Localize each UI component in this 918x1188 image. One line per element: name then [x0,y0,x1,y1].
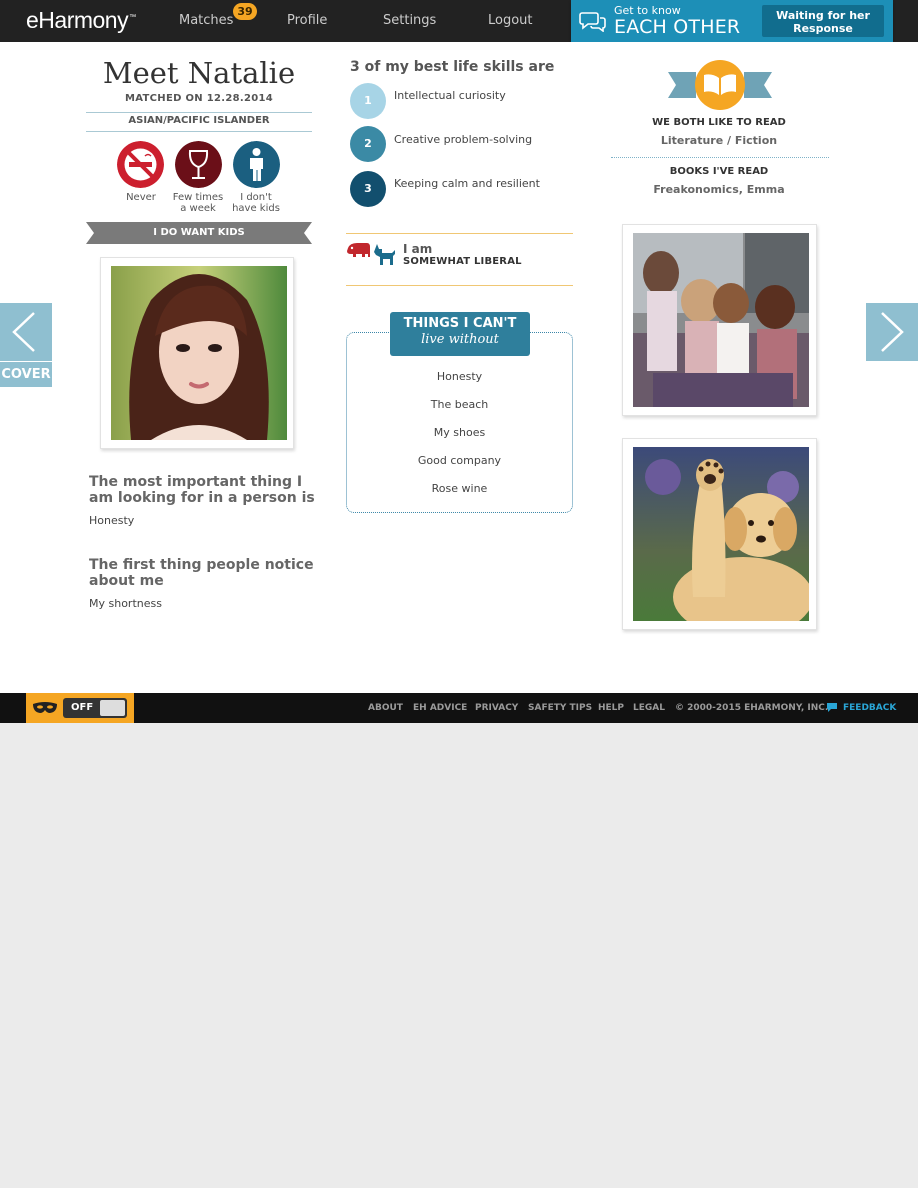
feedback-link[interactable]: FEEDBACK [843,703,896,713]
chevron-right-icon [881,312,904,352]
skills-heading: 3 of my best life skills are [350,59,555,75]
book-badge-icon [668,60,772,110]
question-heading-line2: about me [89,573,164,589]
books-heading: BOOKS I'VE READ [669,166,769,177]
eharmony-logo[interactable]: eHarmony™ [26,7,136,34]
matched-date: MATCHED ON 12.28.2014 [125,93,273,104]
list-item: The beach [430,398,489,411]
logo-text: eHarmony [26,7,129,33]
question-answer: Honesty [89,514,135,527]
matches-count-badge: 39 [233,3,257,20]
profile-page: COVER Meet Natalie MATCHED ON 12.28.2014… [0,42,918,693]
list-item: Good company [417,454,502,467]
cant-live-without-title: THINGS I CAN'T [403,316,517,331]
nav-logout[interactable]: Logout [488,13,533,28]
waiting-response-button[interactable]: Waiting for her Response [762,5,884,37]
list-item: My shoes [433,426,486,439]
chat-bubbles-icon [579,12,606,32]
no-smoking-icon [117,141,164,188]
footer-link-privacy[interactable]: PRIVACY [475,703,518,713]
copyright-text: © 2000-2015 EHARMONY, INC. [675,703,829,713]
skill-text: Keeping calm and resilient [394,177,540,190]
get-to-know-big: EACH OTHER [614,16,741,38]
footer-link-about[interactable]: ABOUT [368,703,403,713]
previous-page-button[interactable] [0,303,52,361]
kids-caption: I don't have kids [226,192,286,214]
question-heading-line1: The first thing people notice [89,557,314,573]
profile-photo [111,266,287,440]
list-item: Rose wine [431,482,488,495]
get-to-know-panel[interactable]: Get to know EACH OTHER Waiting for her R… [571,0,893,46]
top-bar: eHarmony™ Matches 39 Profile Settings Lo… [0,0,918,46]
privacy-mode-toggle[interactable]: OFF [63,698,127,718]
wants-kids-label: I DO WANT KIDS [153,227,245,238]
cant-live-without-subtitle: live without [421,332,499,347]
logo-trademark: ™ [129,14,136,22]
waiting-line2: Response [793,22,853,35]
list-item: Honesty [436,370,483,383]
question-answer: My shortness [89,597,162,610]
divider-line [346,285,573,286]
smoking-caption: Never [126,192,156,203]
both-like-heading: WE BOTH LIKE TO READ [652,117,786,128]
books-value: Freakonomics, Emma [653,183,785,196]
toggle-state-label: OFF [71,702,94,713]
political-party-icon [347,243,395,265]
person-icon [233,141,280,188]
question-heading-line1: The most important thing I [89,474,303,490]
politics-prefix: I am [403,242,433,256]
gallery-photo [633,447,809,621]
feedback-icon[interactable] [826,701,838,713]
drinking-caption-line1: Few times [172,192,224,203]
nav-profile[interactable]: Profile [287,13,327,28]
drinking-caption-line2: a week [180,203,216,214]
footer-bar: OFF ABOUT EH ADVICE PRIVACY SAFETY TIPS … [0,693,918,723]
divider-line [611,157,829,158]
skill-number-badge: 2 [350,126,386,162]
gallery-photo [633,233,809,407]
divider-line [346,233,573,234]
both-like-value: Literature / Fiction [660,134,778,147]
kids-caption-line2: have kids [232,203,280,214]
divider-line [86,131,312,132]
toggle-knob [100,700,125,716]
footer-link-safety-tips[interactable]: SAFETY TIPS [528,703,592,713]
profile-photo-frame[interactable] [100,257,294,449]
skill-text: Intellectual curiosity [394,89,506,102]
gallery-photo-frame[interactable] [622,438,817,630]
chevron-left-icon [12,312,35,352]
footer-link-legal[interactable]: LEGAL [633,703,665,713]
waiting-line1: Waiting for her [776,9,870,22]
ethnicity-label: ASIAN/PACIFIC ISLANDER [128,115,270,126]
cover-button[interactable]: COVER [0,362,52,387]
gallery-photo-frame[interactable] [622,224,817,416]
divider-line [86,112,312,113]
question-heading: The most important thing I am looking fo… [89,474,315,506]
profile-title: Meet Natalie [102,56,296,90]
next-page-button[interactable] [866,303,918,361]
footer-link-help[interactable]: HELP [598,703,624,713]
nav-settings[interactable]: Settings [383,13,436,28]
footer-link-eh-advice[interactable]: EH ADVICE [413,703,467,713]
skill-text: Creative problem-solving [394,133,533,146]
mask-icon [33,702,57,713]
skill-number-badge: 3 [350,171,386,207]
wine-glass-icon [175,141,222,188]
question-heading: The first thing people notice about me [89,557,314,589]
nav-matches[interactable]: Matches [179,13,233,28]
question-heading-line2: am looking for in a person is [89,490,315,506]
drinking-caption: Few times a week [168,192,228,214]
skill-number-badge: 1 [350,83,386,119]
privacy-mode-panel: OFF [26,693,134,723]
kids-caption-line1: I don't [240,192,272,203]
politics-value: SOMEWHAT LIBERAL [403,256,522,267]
